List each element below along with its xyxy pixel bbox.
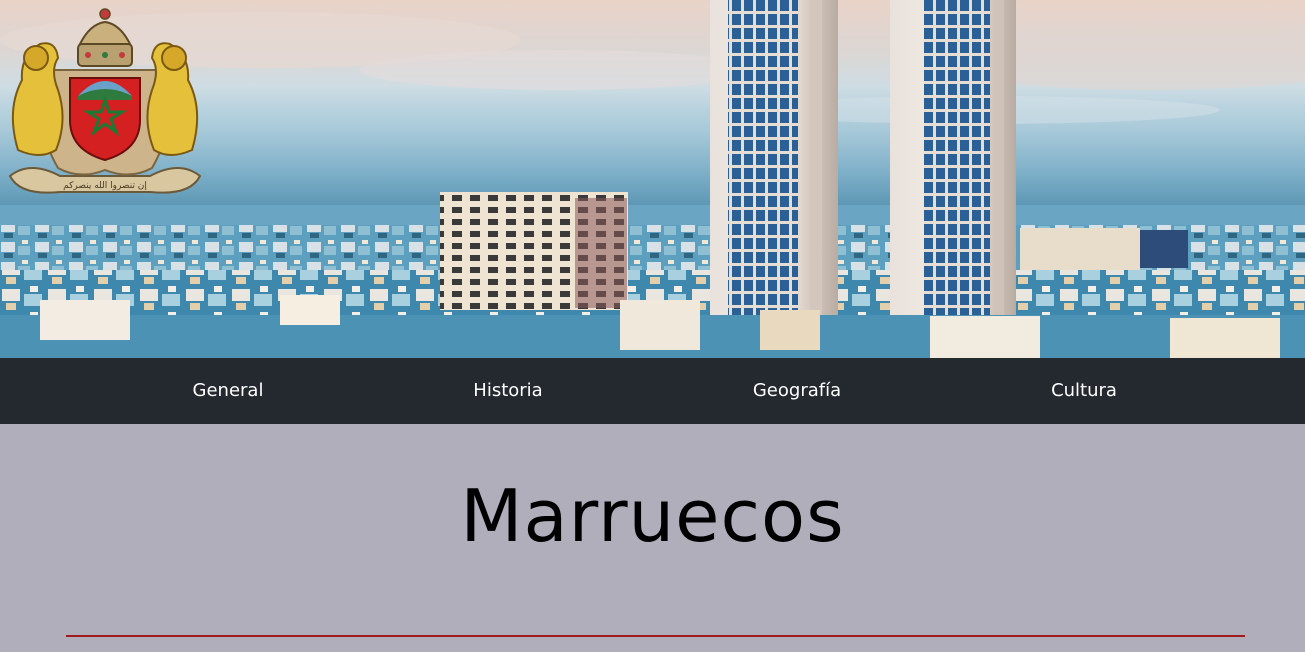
page-title: Marruecos (460, 474, 845, 558)
main-navigation: General Historia Geografía Cultura (0, 358, 1305, 424)
nav-item-cultura[interactable]: Cultura (1044, 358, 1124, 424)
nav-item-geografia[interactable]: Geografía (747, 358, 847, 424)
nav-item-historia[interactable]: Historia (468, 358, 548, 424)
coat-of-arms-emblem: إن تنصروا الله ينصركم (8, 8, 202, 194)
main-content: Marruecos (0, 424, 1305, 652)
svg-text:إن تنصروا الله ينصركم: إن تنصروا الله ينصركم (63, 181, 147, 191)
nav-item-general[interactable]: General (188, 358, 268, 424)
section-divider (66, 635, 1245, 637)
hero-banner: إن تنصروا الله ينصركم (0, 0, 1305, 358)
